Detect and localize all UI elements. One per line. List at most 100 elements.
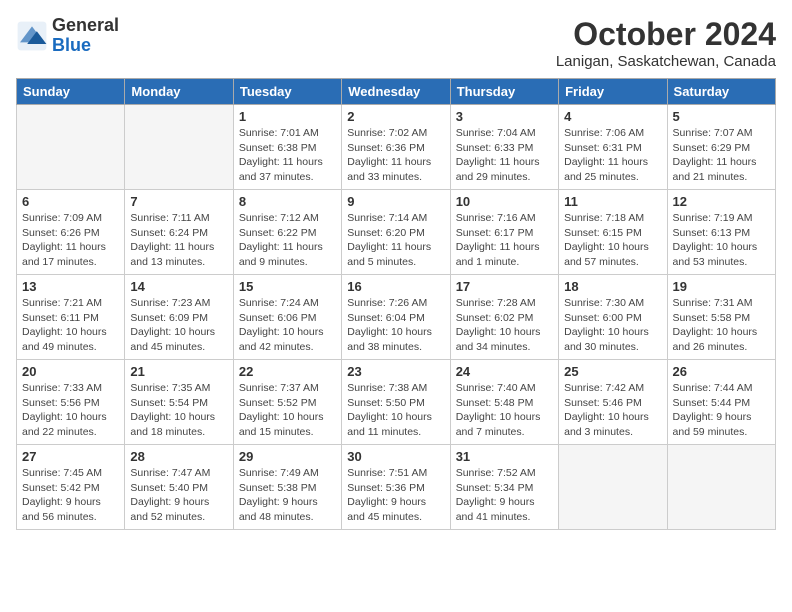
day-info: Sunrise: 7:26 AMSunset: 6:04 PMDaylight:… [347, 296, 444, 355]
day-info: Sunrise: 7:40 AMSunset: 5:48 PMDaylight:… [456, 381, 553, 440]
day-info: Sunrise: 7:30 AMSunset: 6:00 PMDaylight:… [564, 296, 661, 355]
day-info: Sunrise: 7:28 AMSunset: 6:02 PMDaylight:… [456, 296, 553, 355]
day-number: 26 [673, 364, 770, 379]
calendar-day-cell [125, 105, 233, 190]
day-number: 11 [564, 194, 661, 209]
day-number: 20 [22, 364, 119, 379]
calendar-day-cell: 22 Sunrise: 7:37 AMSunset: 5:52 PMDayligh… [233, 360, 341, 445]
day-number: 14 [130, 279, 227, 294]
day-of-week-header: Wednesday [342, 79, 450, 105]
calendar-day-cell: 10Sunrise: 7:16 AMSunset: 6:17 PMDayligh… [450, 190, 558, 275]
calendar-day-cell [559, 445, 667, 530]
day-number: 27 [22, 449, 119, 464]
day-info: Sunrise: 7:38 AMSunset: 5:50 PMDaylight:… [347, 381, 444, 440]
calendar-day-cell: 20 Sunrise: 7:33 AMSunset: 5:56 PMDayligh… [17, 360, 125, 445]
day-number: 17 [456, 279, 553, 294]
day-number: 31 [456, 449, 553, 464]
title-block: October 2024 Lanigan, Saskatchewan, Cana… [556, 16, 776, 70]
calendar-day-cell: 8 Sunrise: 7:12 AMSunset: 6:22 PMDaylight… [233, 190, 341, 275]
day-info: Sunrise: 7:09 AMSunset: 6:26 PMDaylight:… [22, 211, 119, 270]
day-info: Sunrise: 7:31 AMSunset: 5:58 PMDaylight:… [673, 296, 770, 355]
day-number: 8 [239, 194, 336, 209]
calendar-day-cell: 13 Sunrise: 7:21 AMSunset: 6:11 PMDayligh… [17, 275, 125, 360]
day-info: Sunrise: 7:19 AMSunset: 6:13 PMDaylight:… [673, 211, 770, 270]
day-number: 12 [673, 194, 770, 209]
day-of-week-header: Tuesday [233, 79, 341, 105]
calendar-week-row: 13 Sunrise: 7:21 AMSunset: 6:11 PMDayligh… [17, 275, 776, 360]
day-number: 15 [239, 279, 336, 294]
calendar-day-cell: 26 Sunrise: 7:44 AMSunset: 5:44 PMDayligh… [667, 360, 775, 445]
calendar-week-row: 20 Sunrise: 7:33 AMSunset: 5:56 PMDayligh… [17, 360, 776, 445]
calendar-day-cell: 30 Sunrise: 7:51 AMSunset: 5:36 PMDayligh… [342, 445, 450, 530]
day-of-week-header: Saturday [667, 79, 775, 105]
calendar-day-cell: 7Sunrise: 7:11 AMSunset: 6:24 PMDaylight… [125, 190, 233, 275]
day-of-week-header: Sunday [17, 79, 125, 105]
calendar-day-cell: 16Sunrise: 7:26 AMSunset: 6:04 PMDayligh… [342, 275, 450, 360]
day-number: 19 [673, 279, 770, 294]
day-info: Sunrise: 7:18 AMSunset: 6:15 PMDaylight:… [564, 211, 661, 270]
day-info: Sunrise: 7:23 AMSunset: 6:09 PMDaylight:… [130, 296, 227, 355]
calendar-day-cell: 6 Sunrise: 7:09 AMSunset: 6:26 PMDaylight… [17, 190, 125, 275]
month-title: October 2024 [556, 16, 776, 53]
day-info: Sunrise: 7:47 AMSunset: 5:40 PMDaylight:… [130, 466, 227, 525]
page-header: General Blue October 2024 Lanigan, Saska… [16, 16, 776, 70]
logo-text: General Blue [52, 16, 119, 56]
day-number: 30 [347, 449, 444, 464]
day-info: Sunrise: 7:51 AMSunset: 5:36 PMDaylight:… [347, 466, 444, 525]
calendar-day-cell: 11 Sunrise: 7:18 AMSunset: 6:15 PMDayligh… [559, 190, 667, 275]
day-number: 2 [347, 109, 444, 124]
day-info: Sunrise: 7:52 AMSunset: 5:34 PMDaylight:… [456, 466, 553, 525]
day-info: Sunrise: 7:33 AMSunset: 5:56 PMDaylight:… [22, 381, 119, 440]
day-of-week-header: Friday [559, 79, 667, 105]
calendar-day-cell [667, 445, 775, 530]
day-number: 3 [456, 109, 553, 124]
day-number: 24 [456, 364, 553, 379]
day-number: 1 [239, 109, 336, 124]
calendar-day-cell: 15Sunrise: 7:24 AMSunset: 6:06 PMDayligh… [233, 275, 341, 360]
day-number: 28 [130, 449, 227, 464]
day-info: Sunrise: 7:02 AMSunset: 6:36 PMDaylight:… [347, 126, 444, 185]
calendar-week-row: 6 Sunrise: 7:09 AMSunset: 6:26 PMDaylight… [17, 190, 776, 275]
calendar-day-cell: 29 Sunrise: 7:49 AMSunset: 5:38 PMDayligh… [233, 445, 341, 530]
calendar-day-cell: 12 Sunrise: 7:19 AMSunset: 6:13 PMDayligh… [667, 190, 775, 275]
day-number: 13 [22, 279, 119, 294]
day-info: Sunrise: 7:12 AMSunset: 6:22 PMDaylight:… [239, 211, 336, 270]
calendar-day-cell: 19 Sunrise: 7:31 AMSunset: 5:58 PMDayligh… [667, 275, 775, 360]
day-number: 6 [22, 194, 119, 209]
day-info: Sunrise: 7:14 AMSunset: 6:20 PMDaylight:… [347, 211, 444, 270]
day-number: 18 [564, 279, 661, 294]
day-number: 25 [564, 364, 661, 379]
day-number: 21 [130, 364, 227, 379]
day-of-week-header: Monday [125, 79, 233, 105]
day-number: 29 [239, 449, 336, 464]
calendar-day-cell: 14 Sunrise: 7:23 AMSunset: 6:09 PMDayligh… [125, 275, 233, 360]
calendar-day-cell: 18 Sunrise: 7:30 AMSunset: 6:00 PMDayligh… [559, 275, 667, 360]
day-info: Sunrise: 7:42 AMSunset: 5:46 PMDaylight:… [564, 381, 661, 440]
calendar-day-cell: 27 Sunrise: 7:45 AMSunset: 5:42 PMDayligh… [17, 445, 125, 530]
calendar-day-cell [17, 105, 125, 190]
day-info: Sunrise: 7:44 AMSunset: 5:44 PMDaylight:… [673, 381, 770, 440]
day-info: Sunrise: 7:04 AMSunset: 6:33 PMDaylight:… [456, 126, 553, 185]
day-number: 5 [673, 109, 770, 124]
logo-icon [16, 20, 48, 52]
day-info: Sunrise: 7:37 AMSunset: 5:52 PMDaylight:… [239, 381, 336, 440]
logo: General Blue [16, 16, 119, 56]
day-number: 9 [347, 194, 444, 209]
calendar-day-cell: 28 Sunrise: 7:47 AMSunset: 5:40 PMDayligh… [125, 445, 233, 530]
day-info: Sunrise: 7:45 AMSunset: 5:42 PMDaylight:… [22, 466, 119, 525]
day-number: 7 [130, 194, 227, 209]
day-number: 22 [239, 364, 336, 379]
calendar-day-cell: 31 Sunrise: 7:52 AMSunset: 5:34 PMDayligh… [450, 445, 558, 530]
day-info: Sunrise: 7:35 AMSunset: 5:54 PMDaylight:… [130, 381, 227, 440]
calendar-day-cell: 17 Sunrise: 7:28 AMSunset: 6:02 PMDayligh… [450, 275, 558, 360]
calendar-day-cell: 23Sunrise: 7:38 AMSunset: 5:50 PMDayligh… [342, 360, 450, 445]
calendar-header-row: SundayMondayTuesdayWednesdayThursdayFrid… [17, 79, 776, 105]
calendar-day-cell: 3 Sunrise: 7:04 AMSunset: 6:33 PMDaylight… [450, 105, 558, 190]
day-info: Sunrise: 7:07 AMSunset: 6:29 PMDaylight:… [673, 126, 770, 185]
day-info: Sunrise: 7:49 AMSunset: 5:38 PMDaylight:… [239, 466, 336, 525]
calendar-day-cell: 9 Sunrise: 7:14 AMSunset: 6:20 PMDaylight… [342, 190, 450, 275]
day-info: Sunrise: 7:21 AMSunset: 6:11 PMDaylight:… [22, 296, 119, 355]
calendar-day-cell: 25 Sunrise: 7:42 AMSunset: 5:46 PMDayligh… [559, 360, 667, 445]
calendar-week-row: 27 Sunrise: 7:45 AMSunset: 5:42 PMDayligh… [17, 445, 776, 530]
day-number: 10 [456, 194, 553, 209]
